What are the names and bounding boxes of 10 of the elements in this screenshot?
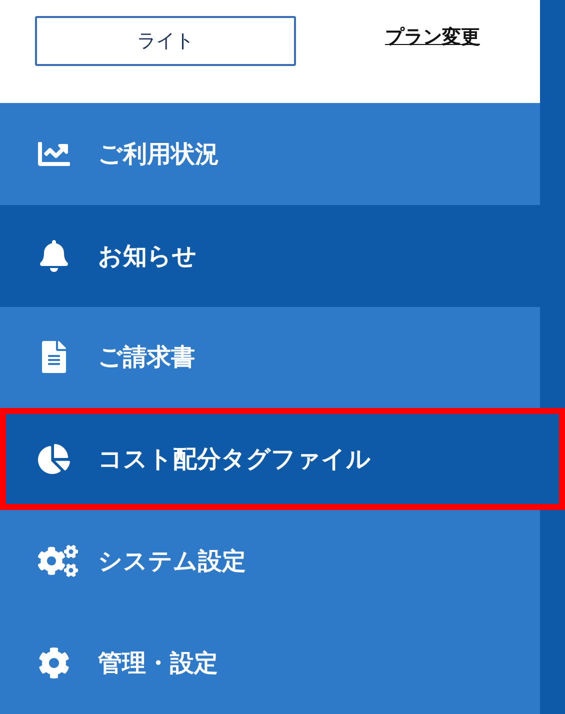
pie-chart-icon (38, 443, 70, 476)
menu-item[interactable]: ご利用状況 (0, 102, 540, 205)
menu-item[interactable]: コスト配分タグファイル (0, 408, 565, 510)
menu-item[interactable]: ご請求書 (0, 306, 540, 408)
change-plan-link[interactable]: プラン変更 (385, 24, 480, 50)
bell-icon (38, 240, 70, 272)
settings-icon (38, 647, 70, 680)
menu-item[interactable]: システム設定 (0, 510, 540, 612)
menu-item[interactable]: 管理・設定 (0, 612, 540, 714)
plan-button[interactable]: ライト (35, 16, 296, 66)
